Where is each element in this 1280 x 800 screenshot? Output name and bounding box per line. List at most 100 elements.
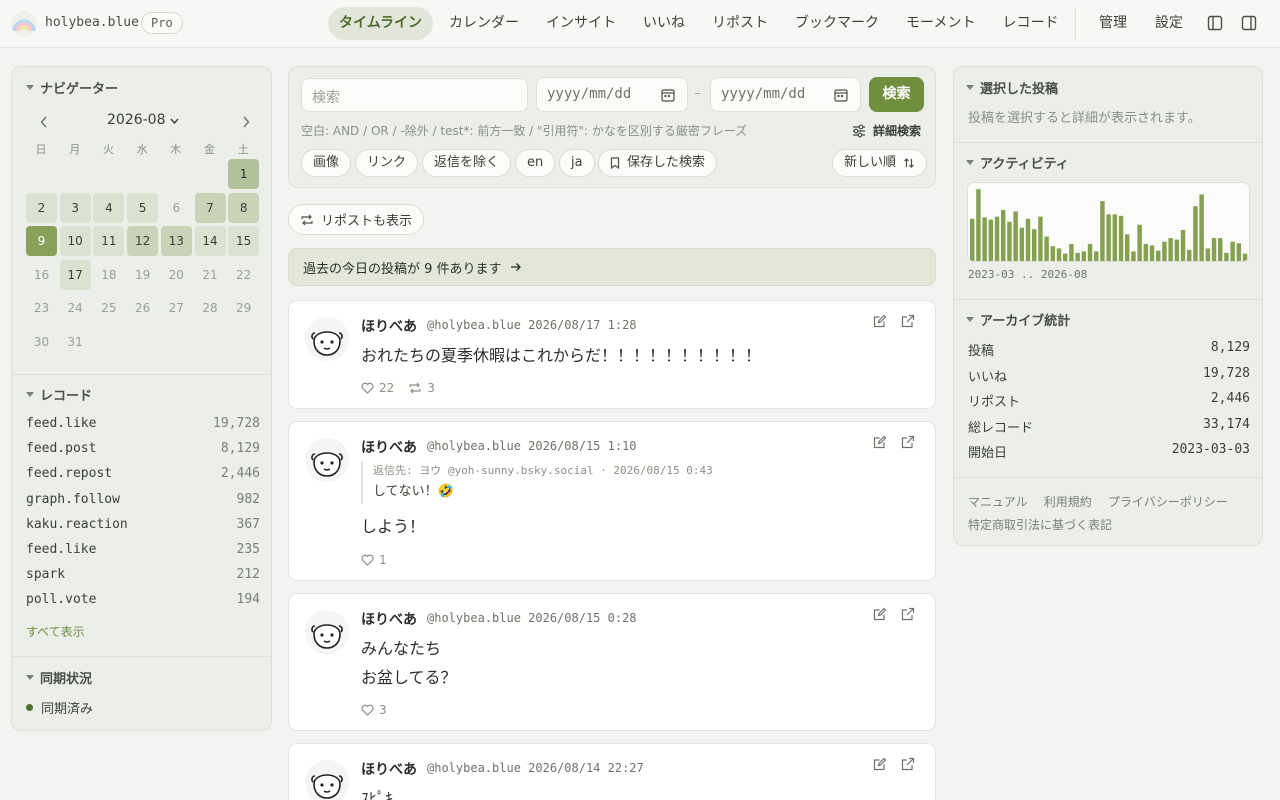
activity-bar[interactable]	[1131, 251, 1136, 261]
activity-bar[interactable]	[1075, 252, 1080, 261]
activity-bar[interactable]	[1087, 243, 1093, 261]
activity-bar[interactable]	[970, 218, 975, 261]
activity-bar[interactable]	[1156, 250, 1161, 261]
settings-link[interactable]: 設定	[1155, 7, 1183, 40]
activity-bar[interactable]	[1193, 206, 1198, 261]
date-from-input[interactable]: yyyy/mm/dd	[536, 77, 688, 112]
activity-bar[interactable]	[1063, 253, 1068, 261]
navigator-title[interactable]: ナビゲーター	[26, 78, 118, 97]
activity-bar[interactable]	[1013, 211, 1018, 261]
calendar-icon[interactable]	[661, 88, 675, 102]
activity-bar[interactable]	[1149, 245, 1155, 261]
post-card[interactable]: ほりべあ @holybea.blue 2026/08/15 1:10 返信先: …	[288, 421, 936, 581]
like-count[interactable]: 1	[361, 553, 387, 567]
activity-bar[interactable]	[976, 189, 981, 261]
calendar-day[interactable]: 22	[228, 260, 259, 290]
nav-reposts[interactable]: リポスト	[701, 7, 779, 40]
left-sidebar-toggle-icon[interactable]	[1207, 15, 1223, 31]
archive-title[interactable]: アーカイブ統計	[966, 310, 1070, 329]
calendar-icon[interactable]	[834, 88, 848, 102]
record-row[interactable]: feed.post 8,129	[26, 441, 260, 461]
activity-bar[interactable]	[1168, 238, 1173, 261]
author-name[interactable]: ほりべあ	[361, 759, 417, 779]
calendar-day[interactable]: 27	[161, 293, 192, 323]
calendar-day[interactable]: 14	[194, 226, 226, 257]
right-sidebar-toggle-icon[interactable]	[1241, 15, 1257, 31]
activity-bar[interactable]	[1211, 238, 1217, 261]
like-count[interactable]: 3	[361, 703, 387, 717]
nav-moments[interactable]: モーメント	[895, 7, 986, 40]
external-link-icon[interactable]	[901, 435, 915, 449]
repost-count[interactable]: 3	[408, 381, 435, 395]
author-name[interactable]: ほりべあ	[361, 316, 417, 336]
edit-note-icon[interactable]	[873, 757, 887, 771]
activity-bar[interactable]	[1094, 251, 1099, 261]
activity-bar[interactable]	[1112, 214, 1118, 261]
activity-bar[interactable]	[1118, 215, 1124, 261]
activity-title[interactable]: アクティビティ	[966, 153, 1069, 172]
calendar-day[interactable]: 18	[93, 260, 124, 290]
advanced-search-button[interactable]: 詳細検索	[852, 122, 921, 139]
calendar-day[interactable]: 2	[26, 192, 57, 223]
calendar-day[interactable]: 20	[161, 260, 192, 290]
edit-note-icon[interactable]	[873, 607, 887, 621]
calendar-day[interactable]: 31	[60, 327, 91, 357]
activity-chart[interactable]	[968, 183, 1250, 262]
calendar-day[interactable]: 3	[59, 192, 91, 223]
nav-likes[interactable]: いいね	[632, 7, 696, 40]
calendar-day[interactable]: 29	[228, 293, 259, 323]
activity-bar[interactable]	[1180, 229, 1186, 261]
activity-bar[interactable]	[1174, 239, 1180, 261]
calendar-day[interactable]: 28	[195, 293, 226, 323]
record-row[interactable]: graph.follow 982	[26, 492, 260, 512]
calendar-day[interactable]: 7	[194, 192, 226, 223]
calendar-day[interactable]: 25	[93, 293, 124, 323]
calendar-day[interactable]: 23	[26, 293, 57, 323]
prev-month-icon[interactable]	[40, 116, 48, 128]
activity-bar[interactable]	[994, 216, 1000, 261]
calendar-day[interactable]: 1	[228, 159, 260, 189]
nav-records[interactable]: レコード	[991, 7, 1069, 40]
post-card[interactable]: ほりべあ @holybea.blue 2026/08/14 22:27 ｽﾋﾟｷ	[288, 743, 936, 800]
saved-search-button[interactable]: 保存した検索	[598, 149, 718, 177]
author-name[interactable]: ほりべあ	[361, 437, 417, 457]
activity-bar[interactable]	[1224, 252, 1229, 261]
activity-bar[interactable]	[1137, 224, 1142, 261]
calendar-day[interactable]: 10	[59, 226, 91, 257]
post-card[interactable]: ほりべあ @holybea.blue 2026/08/15 0:28 みんなたち…	[288, 593, 936, 731]
calendar-day[interactable]: 12	[127, 226, 159, 257]
calendar-day[interactable]: 24	[60, 293, 91, 323]
record-row[interactable]: feed.repost 2,446	[26, 466, 260, 486]
avatar[interactable]	[305, 610, 349, 654]
record-row[interactable]: kaku.reaction 367	[26, 517, 260, 537]
activity-bar[interactable]	[1199, 194, 1204, 261]
filter-chip-exclude-replies[interactable]: 返信を除く	[422, 149, 512, 177]
activity-bar[interactable]	[1143, 243, 1149, 261]
privacy-link[interactable]: プライバシーポリシー	[1108, 495, 1228, 509]
calendar-day[interactable]: 26	[127, 293, 158, 323]
calendar-day[interactable]: 11	[93, 226, 125, 257]
activity-bar[interactable]	[1236, 243, 1242, 261]
calendar-day[interactable]: 21	[195, 260, 226, 290]
activity-bar[interactable]	[1019, 227, 1025, 261]
nav-timeline[interactable]: タイムライン	[328, 7, 434, 40]
nav-insight[interactable]: インサイト	[535, 7, 627, 40]
activity-bar[interactable]	[1125, 234, 1130, 261]
terms-link[interactable]: 利用規約	[1044, 495, 1092, 509]
show-reposts-toggle[interactable]: リポストも表示	[288, 204, 425, 235]
activity-bar[interactable]	[1242, 253, 1248, 261]
activity-bar[interactable]	[1050, 246, 1056, 261]
author-name[interactable]: ほりべあ	[361, 609, 417, 629]
calendar-day[interactable]: 15	[228, 226, 260, 257]
calendar-day[interactable]: 5	[127, 192, 159, 223]
calendar-day[interactable]: 16	[26, 260, 57, 290]
avatar[interactable]	[305, 317, 349, 361]
activity-bar[interactable]	[1056, 248, 1062, 261]
activity-bar[interactable]	[1001, 209, 1006, 261]
activity-bar[interactable]	[1044, 236, 1049, 261]
activity-bar[interactable]	[1100, 201, 1105, 261]
records-title[interactable]: レコード	[26, 385, 92, 404]
calendar-day[interactable]: 19	[127, 260, 158, 290]
filter-chip-ja[interactable]: ja	[559, 149, 595, 177]
activity-bar[interactable]	[1106, 214, 1111, 261]
